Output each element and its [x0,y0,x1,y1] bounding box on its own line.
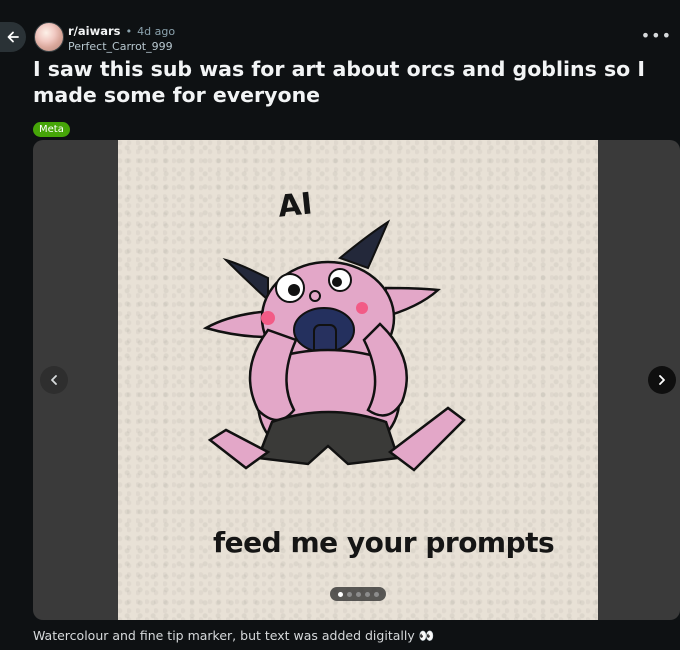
next-image-button[interactable] [648,366,676,394]
image-gallery[interactable]: AI feed me your prompts [33,140,680,620]
author-link[interactable]: Perfect_Carrot_999 [68,39,175,54]
previous-image-button[interactable] [40,366,68,394]
pagination-dot[interactable] [346,591,352,597]
arrow-left-icon [7,31,19,43]
pagination-dot[interactable] [364,591,370,597]
pagination-dot[interactable] [373,591,379,597]
back-button[interactable] [0,22,26,52]
image-text-top: AI [276,186,315,225]
gallery-pagination [330,587,386,601]
meta-separator: • [125,25,133,38]
subreddit-link[interactable]: r/aiwars [68,24,120,38]
chevron-left-icon [51,375,57,385]
post-meta: r/aiwars • 4d ago Perfect_Carrot_999 [68,22,175,54]
post-caption: Watercolour and fine tip marker, but tex… [33,628,435,643]
pagination-dot[interactable] [337,591,343,597]
post-title[interactable]: I saw this sub was for art about orcs an… [33,56,673,108]
chevron-right-icon [659,375,665,385]
avatar[interactable] [34,22,64,52]
more-options-button[interactable]: ••• [641,26,672,45]
pagination-dot[interactable] [355,591,361,597]
image-text-bottom: feed me your prompts [213,526,555,559]
post-age: 4d ago [137,25,176,38]
more-horizontal-icon: ••• [640,26,672,45]
gallery-image[interactable]: AI feed me your prompts [118,140,598,620]
post-flair[interactable]: Meta [33,122,70,137]
